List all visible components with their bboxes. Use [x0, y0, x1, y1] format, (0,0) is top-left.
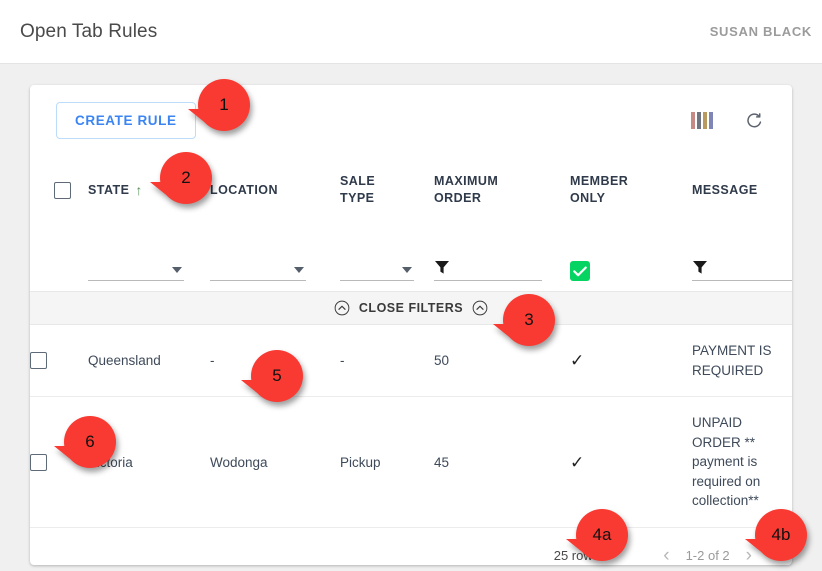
chevron-up-circle-icon — [334, 300, 350, 316]
header-member-only-line1: MEMBER — [570, 174, 629, 189]
cell-state: Victoria — [88, 396, 210, 528]
table-toolbar: CREATE RULE — [30, 85, 792, 155]
app-root: Open Tab Rules SUSAN BLACK CREATE RULE S… — [0, 0, 822, 571]
header-row: STATE ↑ LOCATION SALE TYPE MAXIMUM ORDER — [30, 155, 792, 225]
chevron-down-icon — [402, 267, 412, 273]
filter-cell-sale-type — [340, 225, 434, 291]
refresh-button[interactable] — [743, 109, 766, 132]
pagination-range-label: 1-2 of 2 — [685, 547, 730, 563]
header-maximum-order[interactable]: MAXIMUM ORDER — [434, 155, 570, 225]
table-header: STATE ↑ LOCATION SALE TYPE MAXIMUM ORDER — [30, 155, 792, 225]
chevron-down-icon — [294, 267, 304, 273]
create-rule-button[interactable]: CREATE RULE — [56, 101, 196, 139]
columns-icon — [691, 111, 713, 129]
filter-cell-blank — [30, 225, 88, 291]
columns-button[interactable] — [689, 110, 715, 131]
chevron-up-circle-icon — [472, 300, 488, 316]
chevron-down-icon — [609, 552, 620, 559]
filter-message-input[interactable] — [692, 251, 792, 281]
top-bar: Open Tab Rules SUSAN BLACK — [0, 0, 822, 64]
filter-sale-type-select[interactable] — [340, 255, 414, 281]
filter-cell-state — [88, 225, 210, 291]
header-message-label: MESSAGE — [692, 182, 758, 197]
filter-row — [30, 225, 792, 291]
filter-cell-message — [692, 225, 792, 291]
row-checkbox[interactable] — [30, 352, 47, 370]
sort-ascending-icon: ↑ — [135, 182, 143, 198]
header-maximum-order-line1: MAXIMUM — [434, 174, 499, 189]
close-filters-bar[interactable]: CLOSE FILTERS — [30, 291, 792, 325]
cell-location: Wodonga — [210, 396, 340, 528]
close-filters-label: CLOSE FILTERS — [358, 301, 464, 315]
rows-per-page-select[interactable]: 25 rows — [554, 548, 620, 563]
row-select-cell — [30, 325, 88, 398]
cell-maximum-order: 50 — [434, 325, 570, 398]
filter-cell-maximum-order — [434, 225, 570, 291]
filter-member-only-checkbox[interactable] — [570, 261, 590, 281]
toolbar-icons — [689, 109, 766, 132]
header-location[interactable]: LOCATION — [210, 155, 340, 225]
current-user-label: SUSAN BLACK — [709, 24, 812, 39]
header-state[interactable]: STATE ↑ — [88, 155, 210, 225]
header-sale-type-line1: SALE — [340, 174, 376, 189]
row-checkbox[interactable] — [30, 453, 47, 471]
cell-message: PAYMENT IS REQUIRED — [692, 325, 792, 398]
header-sale-type[interactable]: SALE TYPE — [340, 155, 434, 225]
filter-maximum-order-input[interactable] — [434, 251, 542, 281]
chevron-down-icon — [172, 267, 182, 273]
header-member-only[interactable]: MEMBER ONLY — [570, 155, 692, 225]
cell-maximum-order: 45 — [434, 396, 570, 528]
cell-sale-type: - — [340, 325, 434, 398]
filter-cell-member-only — [570, 225, 692, 291]
check-icon: ✓ — [570, 351, 585, 371]
funnel-icon — [435, 261, 449, 274]
cell-state: Queensland — [88, 325, 210, 398]
table-row[interactable]: Victoria Wodonga Pickup 45 ✓ UNPAID ORDE… — [30, 396, 792, 528]
filter-cell-location — [210, 225, 340, 291]
table-row[interactable]: Queensland - - 50 ✓ PAYMENT IS REQUIRED — [30, 325, 792, 398]
cell-sale-type: Pickup — [340, 396, 434, 528]
pagination-bar: 25 rows ‹ 1-2 of 2 › — [30, 528, 792, 565]
rows-per-page-label: 25 rows — [553, 547, 600, 563]
select-all-header — [30, 155, 88, 225]
rules-table: STATE ↑ LOCATION SALE TYPE MAXIMUM ORDER — [30, 155, 792, 291]
header-maximum-order-line2: ORDER — [434, 191, 482, 205]
header-location-label: LOCATION — [210, 182, 278, 197]
header-message[interactable]: MESSAGE — [692, 155, 792, 225]
refresh-icon — [747, 112, 762, 127]
cell-location: - — [210, 325, 340, 398]
check-icon: ✓ — [570, 452, 585, 472]
table-body: Queensland - - 50 ✓ PAYMENT IS REQUIRED … — [30, 325, 792, 528]
cell-member-only: ✓ — [570, 325, 692, 398]
header-state-label: STATE — [88, 182, 130, 197]
filter-row-body — [30, 225, 792, 291]
funnel-icon — [693, 261, 707, 274]
rules-card: CREATE RULE STATE ↑ LOCATION SALE TYPE M… — [30, 85, 792, 565]
header-sale-type-line2: TYPE — [340, 191, 375, 205]
filter-state-select[interactable] — [88, 255, 184, 281]
cell-message: UNPAID ORDER ** payment is required on c… — [692, 396, 792, 528]
rules-table-body: Queensland - - 50 ✓ PAYMENT IS REQUIRED … — [30, 325, 792, 528]
next-page-button[interactable]: › — [736, 546, 762, 565]
check-icon — [573, 266, 587, 276]
cell-member-only: ✓ — [570, 396, 692, 528]
filter-location-select[interactable] — [210, 255, 306, 281]
row-select-cell — [30, 396, 88, 528]
select-all-checkbox[interactable] — [54, 181, 71, 199]
previous-page-button[interactable]: ‹ — [653, 546, 679, 565]
page-title: Open Tab Rules — [20, 20, 158, 42]
header-member-only-line2: ONLY — [570, 191, 606, 205]
